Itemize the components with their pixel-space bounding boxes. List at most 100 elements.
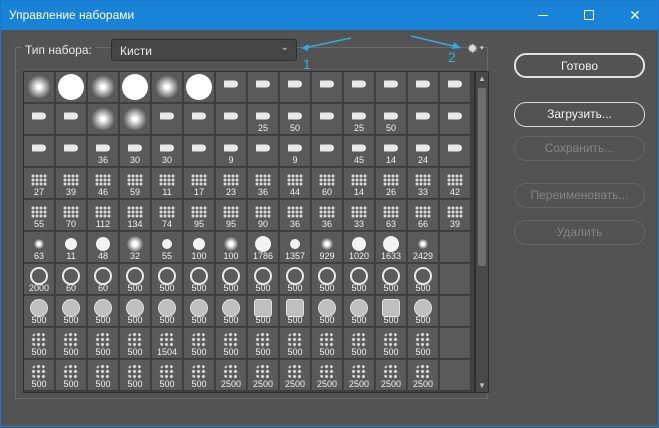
- brush-preset-cell[interactable]: [312, 104, 343, 135]
- brush-preset-cell[interactable]: 500: [88, 328, 119, 359]
- brush-preset-cell[interactable]: 66: [408, 200, 439, 231]
- brush-preset-cell[interactable]: 36: [312, 200, 343, 231]
- title-bar[interactable]: Управление наборами ✕: [1, 1, 658, 30]
- brush-preset-cell[interactable]: 24: [408, 136, 439, 167]
- brush-preset-cell[interactable]: 2429: [408, 232, 439, 263]
- brush-preset-cell[interactable]: 500: [312, 264, 343, 295]
- brush-preset-cell[interactable]: [184, 104, 215, 135]
- brush-preset-cell[interactable]: [120, 72, 151, 103]
- brush-preset-cell[interactable]: [440, 136, 471, 167]
- brush-preset-cell[interactable]: 500: [408, 328, 439, 359]
- brush-preset-cell[interactable]: 2500: [376, 360, 407, 391]
- brush-preset-cell[interactable]: 63: [376, 200, 407, 231]
- brush-preset-cell[interactable]: 14: [344, 168, 375, 199]
- brush-preset-cell[interactable]: 45: [344, 136, 375, 167]
- brush-preset-cell[interactable]: 33: [408, 168, 439, 199]
- brush-preset-cell[interactable]: 33: [344, 200, 375, 231]
- brush-preset-cell[interactable]: 500: [184, 360, 215, 391]
- brush-preset-cell[interactable]: [408, 72, 439, 103]
- brush-preset-cell[interactable]: 500: [184, 328, 215, 359]
- brush-preset-cell[interactable]: 500: [280, 328, 311, 359]
- brush-preset-cell[interactable]: 1020: [344, 232, 375, 263]
- brush-preset-cell[interactable]: 2500: [312, 360, 343, 391]
- grid-scrollbar[interactable]: ▲ ▼: [475, 71, 489, 393]
- brush-preset-cell[interactable]: 70: [56, 200, 87, 231]
- brush-preset-cell[interactable]: 46: [88, 168, 119, 199]
- brush-preset-cell[interactable]: 500: [408, 296, 439, 327]
- brush-preset-cell[interactable]: 500: [152, 264, 183, 295]
- brush-preset-cell[interactable]: 9: [280, 136, 311, 167]
- brush-preset-cell[interactable]: 95: [184, 200, 215, 231]
- brush-preset-cell[interactable]: 500: [248, 296, 279, 327]
- brush-preset-cell[interactable]: 100: [184, 232, 215, 263]
- brush-preset-cell[interactable]: [56, 104, 87, 135]
- preset-type-select[interactable]: Кисти ⌄: [111, 39, 297, 61]
- brush-preset-cell[interactable]: 36: [88, 136, 119, 167]
- brush-preset-cell[interactable]: [152, 104, 183, 135]
- brush-preset-cell[interactable]: 929: [312, 232, 343, 263]
- done-button[interactable]: Готово: [514, 53, 645, 78]
- brush-preset-cell[interactable]: 500: [216, 328, 247, 359]
- brush-preset-cell[interactable]: 30: [120, 136, 151, 167]
- brush-preset-cell[interactable]: 112: [88, 200, 119, 231]
- brush-preset-cell[interactable]: 1633: [376, 232, 407, 263]
- brush-preset-cell[interactable]: [280, 72, 311, 103]
- brush-preset-cell[interactable]: [312, 136, 343, 167]
- brush-preset-cell[interactable]: 27: [24, 168, 55, 199]
- brush-preset-cell[interactable]: 39: [440, 200, 471, 231]
- brush-preset-cell[interactable]: [440, 72, 471, 103]
- brush-preset-cell[interactable]: [216, 104, 247, 135]
- brush-preset-cell[interactable]: [376, 72, 407, 103]
- brush-preset-cell[interactable]: 500: [56, 328, 87, 359]
- brush-preset-cell[interactable]: 2500: [280, 360, 311, 391]
- brush-preset-cell[interactable]: 74: [152, 200, 183, 231]
- brush-preset-cell[interactable]: 500: [120, 360, 151, 391]
- close-button[interactable]: ✕: [612, 1, 658, 30]
- settings-menu-button[interactable]: ✹ ▾: [467, 41, 489, 57]
- brush-preset-cell[interactable]: 500: [120, 296, 151, 327]
- brush-preset-cell[interactable]: 500: [408, 264, 439, 295]
- brush-preset-cell[interactable]: [24, 72, 55, 103]
- brush-preset-cell[interactable]: [440, 360, 471, 391]
- brush-preset-cell[interactable]: [344, 72, 375, 103]
- brush-preset-cell[interactable]: 1786: [248, 232, 279, 263]
- brush-preset-cell[interactable]: 2500: [248, 360, 279, 391]
- scroll-thumb[interactable]: [478, 88, 486, 266]
- brush-preset-cell[interactable]: [24, 104, 55, 135]
- brush-preset-cell[interactable]: 90: [248, 200, 279, 231]
- brush-preset-cell[interactable]: 39: [56, 168, 87, 199]
- brush-preset-cell[interactable]: [24, 136, 55, 167]
- maximize-button[interactable]: [566, 1, 612, 30]
- save-button[interactable]: Сохранить...: [514, 136, 645, 161]
- brush-preset-cell[interactable]: 500: [376, 264, 407, 295]
- brush-preset-cell[interactable]: [216, 72, 247, 103]
- brush-preset-cell[interactable]: 500: [88, 296, 119, 327]
- brush-preset-cell[interactable]: [152, 72, 183, 103]
- brush-preset-cell[interactable]: 2500: [344, 360, 375, 391]
- brush-preset-cell[interactable]: [88, 104, 119, 135]
- brush-preset-cell[interactable]: 500: [24, 328, 55, 359]
- brush-preset-cell[interactable]: 500: [24, 360, 55, 391]
- brush-preset-cell[interactable]: 500: [120, 264, 151, 295]
- brush-preset-cell[interactable]: 500: [248, 264, 279, 295]
- brush-preset-cell[interactable]: 500: [120, 328, 151, 359]
- brush-preset-cell[interactable]: [440, 232, 471, 263]
- brush-preset-cell[interactable]: 500: [280, 296, 311, 327]
- brush-preset-cell[interactable]: 95: [216, 200, 247, 231]
- brush-preset-cell[interactable]: [312, 72, 343, 103]
- brush-preset-cell[interactable]: 500: [376, 296, 407, 327]
- brush-preset-cell[interactable]: 2000: [24, 264, 55, 295]
- brush-preset-cell[interactable]: 1504: [152, 328, 183, 359]
- brush-preset-cell[interactable]: 500: [184, 264, 215, 295]
- brush-preset-cell[interactable]: 32: [120, 232, 151, 263]
- delete-button[interactable]: Удалить: [514, 220, 645, 245]
- brush-preset-cell[interactable]: 500: [152, 360, 183, 391]
- brush-preset-cell[interactable]: [440, 264, 471, 295]
- brush-preset-cell[interactable]: 500: [376, 328, 407, 359]
- brush-preset-cell[interactable]: 36: [280, 200, 311, 231]
- brush-preset-cell[interactable]: 25: [344, 104, 375, 135]
- brush-preset-cell[interactable]: 25: [248, 104, 279, 135]
- brush-preset-cell[interactable]: 60: [56, 264, 87, 295]
- scroll-down-icon[interactable]: ▼: [478, 381, 486, 390]
- brush-preset-cell[interactable]: 42: [440, 168, 471, 199]
